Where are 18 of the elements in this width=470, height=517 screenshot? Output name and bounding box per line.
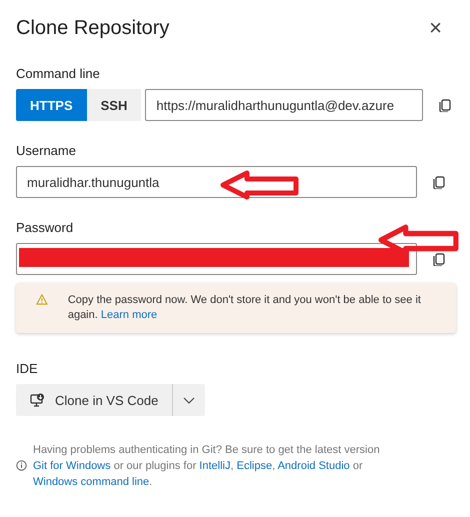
field-label: Password	[16, 220, 74, 235]
field-label: IDE	[16, 361, 38, 376]
field-label: Command line	[16, 66, 100, 81]
help-link[interactable]: Eclipse	[236, 460, 272, 472]
help-link[interactable]: Android Studio	[278, 460, 350, 472]
dialog-title: Clone Repository	[16, 16, 170, 40]
field-label: Username	[16, 143, 76, 158]
protocol-tab[interactable]: HTTPS	[16, 89, 87, 121]
close-button[interactable]: ×	[421, 15, 450, 41]
protocol-tab[interactable]: SSH	[86, 89, 142, 121]
help-link[interactable]: IntelliJ	[199, 460, 230, 472]
url-field[interactable]: https://muralidharthunuguntla@dev.azure	[145, 89, 424, 121]
warning-text: Copy the password now. We don't store it and you won't be able to see it again. Learn more	[68, 293, 422, 323]
username-field[interactable]: muralidhar.thunuguntla	[16, 166, 417, 198]
help-link[interactable]: Git for Windows	[33, 460, 111, 472]
learn-more-link[interactable]: Learn more	[100, 309, 158, 321]
help-text: Having problems authenticating in Git? Be sure to get the latest version Git for Windows or our plugins for IntelliJ, Eclipse, Android Studio or Windows command line.	[33, 443, 381, 490]
help-link[interactable]: Windows command line	[33, 476, 150, 488]
